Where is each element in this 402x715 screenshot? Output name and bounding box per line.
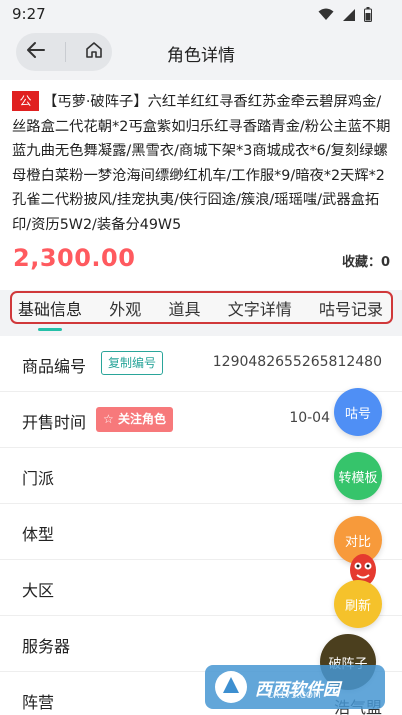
tab-appearance[interactable]: 外观 [109,296,141,320]
signal-icon [343,8,355,21]
follow-role-label: 关注角色 [117,412,166,426]
row-label: 门派 [22,469,55,488]
row-label: 阵营 [22,693,55,712]
tab-items[interactable]: 道具 [168,296,200,320]
tab-account-records[interactable]: 咕号记录 [319,296,383,320]
status-icons [318,7,372,22]
site-logo-icon [215,671,247,703]
favorites-count: 0 [380,255,390,270]
public-tag: 公 [12,91,39,111]
follow-role-button[interactable]: ☆ 关注角色 [96,407,173,432]
watermark: 西西软件园 CR173.COM [205,665,385,709]
tab-basic-info[interactable]: 基础信息 [18,296,82,320]
row-label: 服务器 [22,637,71,656]
copy-id-button[interactable]: 复制编号 [101,351,164,375]
status-time: 9:27 [12,5,46,23]
wifi-icon [318,8,334,20]
status-bar: 9:27 [0,0,402,28]
page-title: 角色详情 [167,46,235,66]
row-item-id: 商品编号 复制编号 1290482655265812480 [0,336,402,392]
detail-tabs: 基础信息 外观 道具 文字详情 咕号记录 [10,291,393,324]
listing-description: 【丐萝·破阵子】六红羊红红寻香红苏金牵云碧屏鸡金/丝路盒二代花朝*2丐盒紫如归乐… [12,94,391,233]
template-fab-button[interactable]: 转模板 [334,452,382,500]
favorites-label: 收藏： [341,255,381,270]
row-label: 大区 [22,581,55,600]
star-icon: ☆ [103,412,118,426]
row-label: 开售时间 [22,413,87,432]
watermark-subtext: CR173.COM [267,691,321,701]
app-header: 角色详情 [0,28,402,76]
favorites: 收藏：0 [342,251,390,270]
row-label: 商品编号 [22,357,87,376]
item-id-value: 1290482655265812480 [212,354,382,370]
account-fab-button[interactable]: 咕号 [334,388,382,436]
sale-time-value: 10-04 [289,410,330,426]
battery-icon [364,7,372,22]
listing-description-block: 公【丐萝·破阵子】六红羊红红寻香红苏金牵云碧屏鸡金/丝路盒二代花朝*2丐盒紫如归… [12,90,392,237]
row-label: 体型 [22,525,55,544]
listing-card: 公【丐萝·破阵子】六红羊红红寻香红苏金牵云碧屏鸡金/丝路盒二代花朝*2丐盒紫如归… [0,80,402,290]
tab-text-details[interactable]: 文字详情 [228,296,292,320]
active-tab-indicator [38,328,62,331]
refresh-fab-button[interactable]: 刷新 [334,580,382,628]
listing-price: 2,300.00 [13,244,136,272]
